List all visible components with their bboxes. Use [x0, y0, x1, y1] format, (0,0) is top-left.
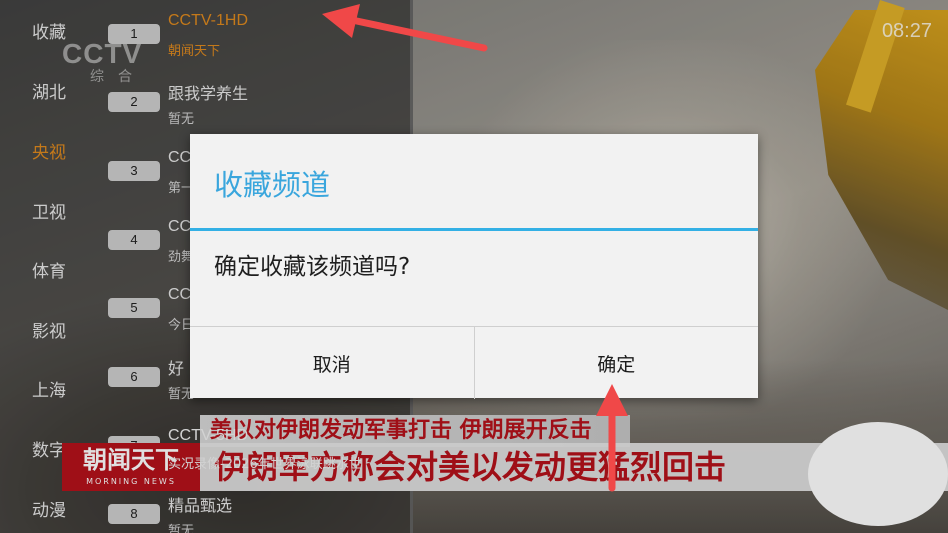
tv-player-screen: 08:27 CCTV 综合 收藏 湖北 央视 卫视 体育 影视 上海 数字 动漫…	[0, 0, 948, 533]
favorite-channel-dialog: 收藏频道 确定收藏该频道吗? 取消 确定	[190, 134, 758, 399]
dialog-divider	[190, 228, 758, 231]
dialog-button-bar: 取消 确定	[190, 326, 758, 399]
dialog-title: 收藏频道	[214, 168, 331, 202]
confirm-button[interactable]: 确定	[473, 327, 759, 399]
cancel-button[interactable]: 取消	[190, 327, 474, 399]
dialog-message: 确定收藏该频道吗?	[214, 254, 411, 280]
